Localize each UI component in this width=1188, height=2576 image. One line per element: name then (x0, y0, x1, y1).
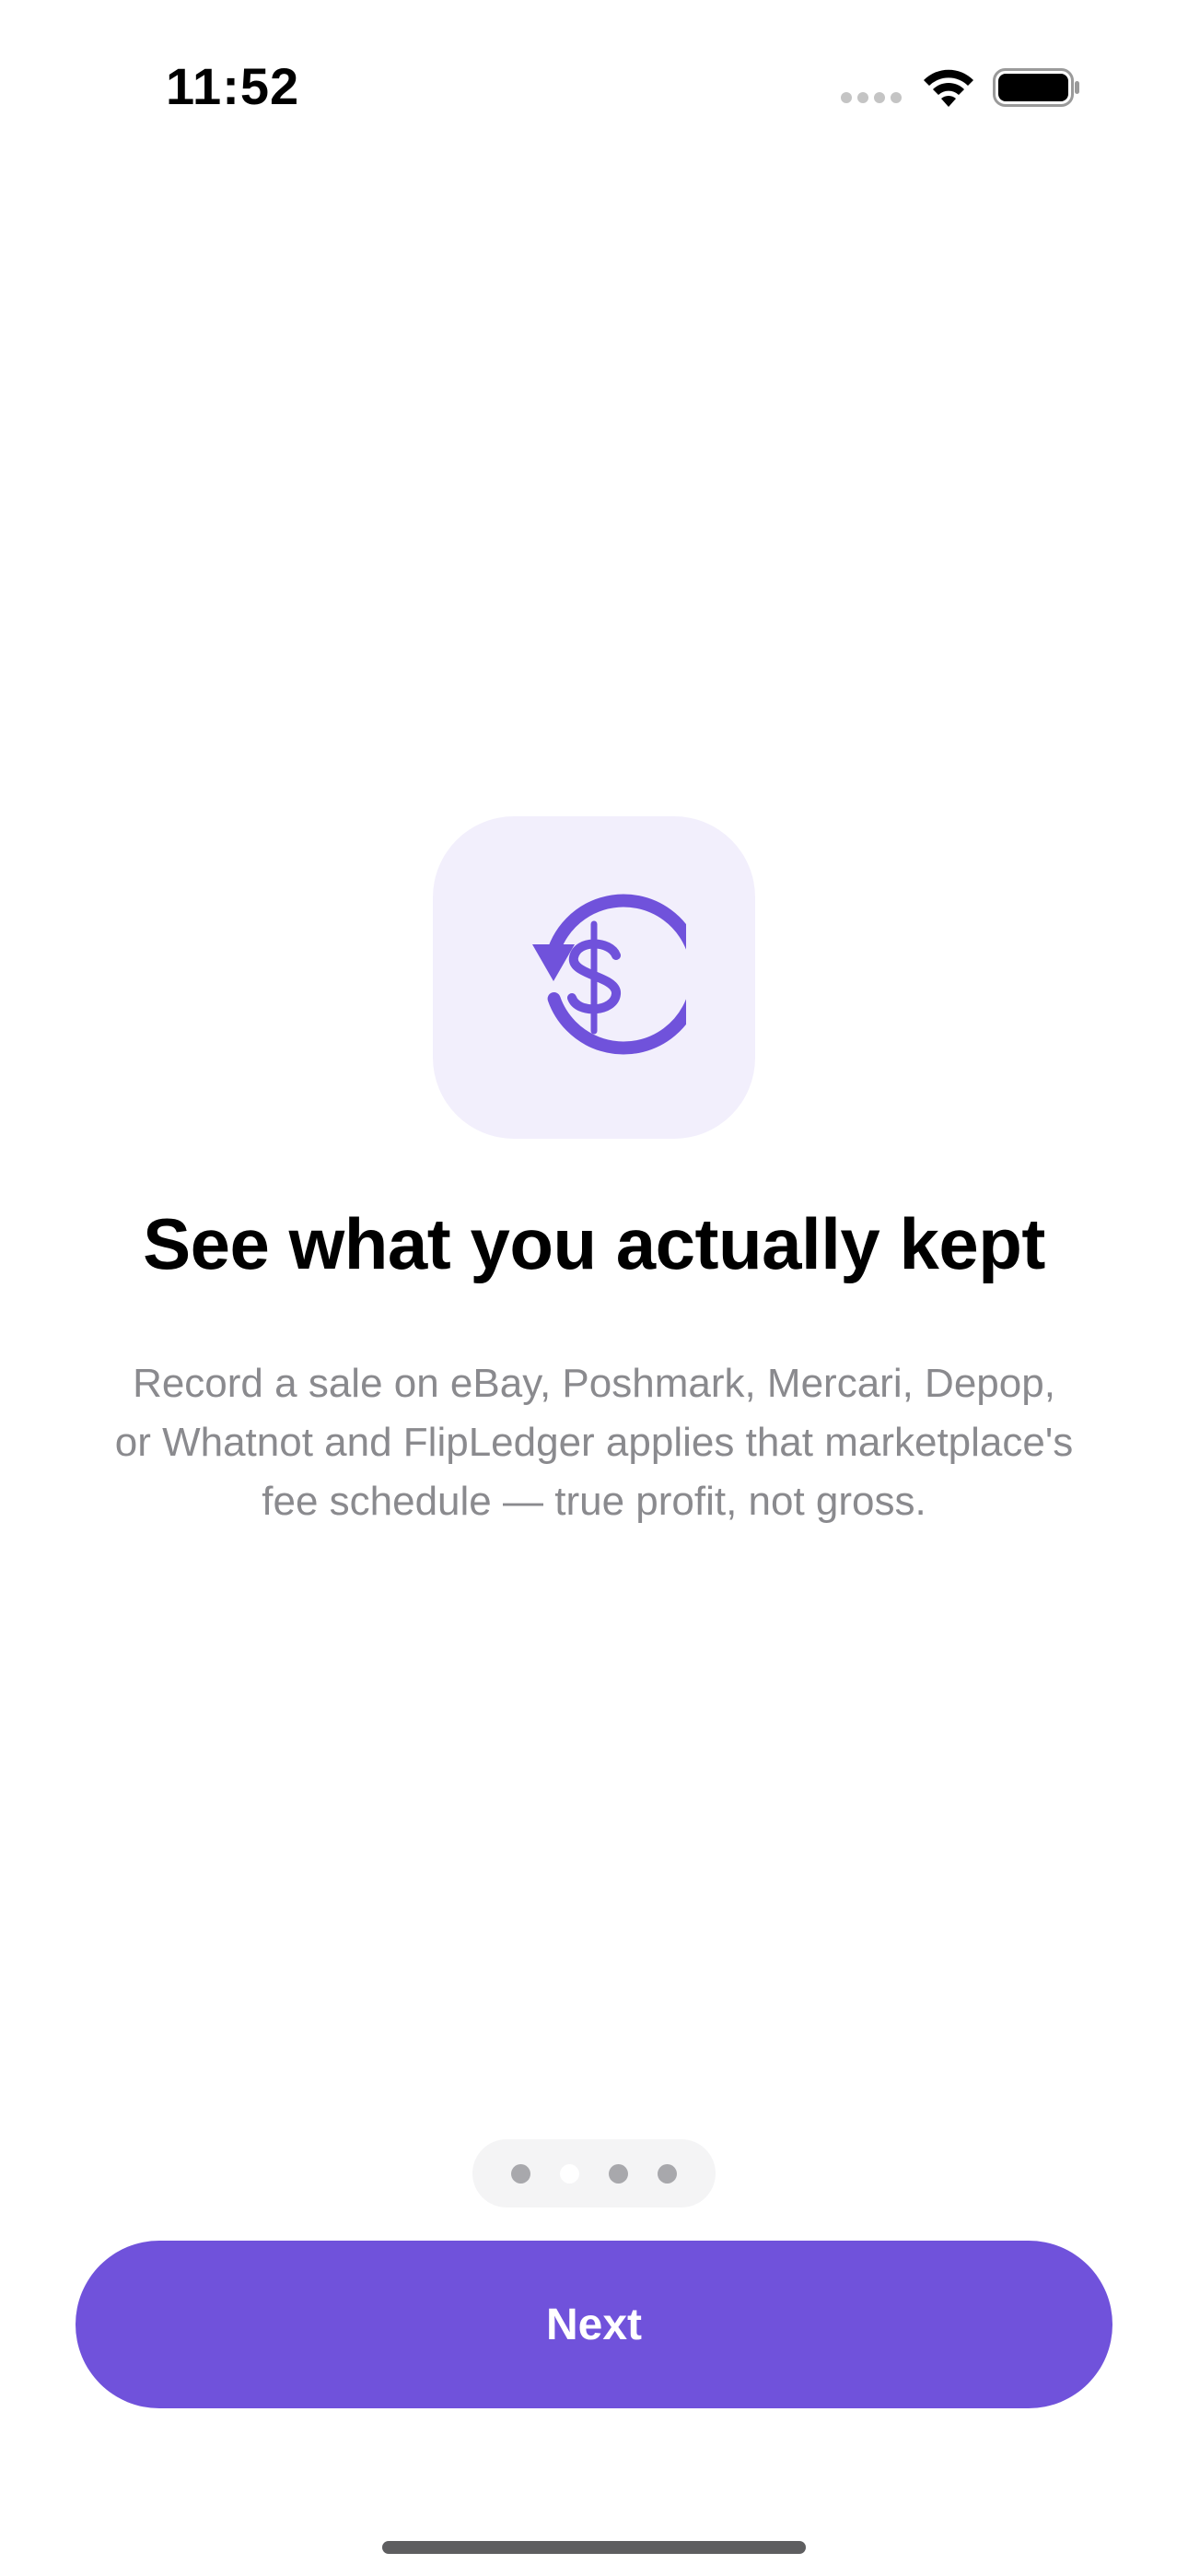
next-button[interactable]: Next (76, 2241, 1112, 2408)
battery-icon (993, 68, 1079, 107)
page-dot-3[interactable] (609, 2163, 628, 2184)
home-indicator[interactable] (382, 2541, 806, 2554)
page-dot-1[interactable] (511, 2163, 530, 2184)
app-icon-tile (433, 816, 755, 1139)
page-dot-2[interactable] (560, 2163, 579, 2184)
signal-dots-icon (841, 92, 902, 105)
status-bar: 11:52 (0, 0, 1188, 166)
status-time: 11:52 (166, 57, 300, 115)
wifi-icon (924, 69, 973, 107)
page-dot-4[interactable] (658, 2163, 677, 2184)
onboarding-description: Record a sale on eBay, Poshmark, Mercari… (114, 1361, 1074, 1524)
dollar-refresh-icon (532, 894, 686, 1055)
page-indicator[interactable] (472, 2139, 716, 2207)
onboarding-title: See what you actually kept (143, 1203, 1045, 1284)
